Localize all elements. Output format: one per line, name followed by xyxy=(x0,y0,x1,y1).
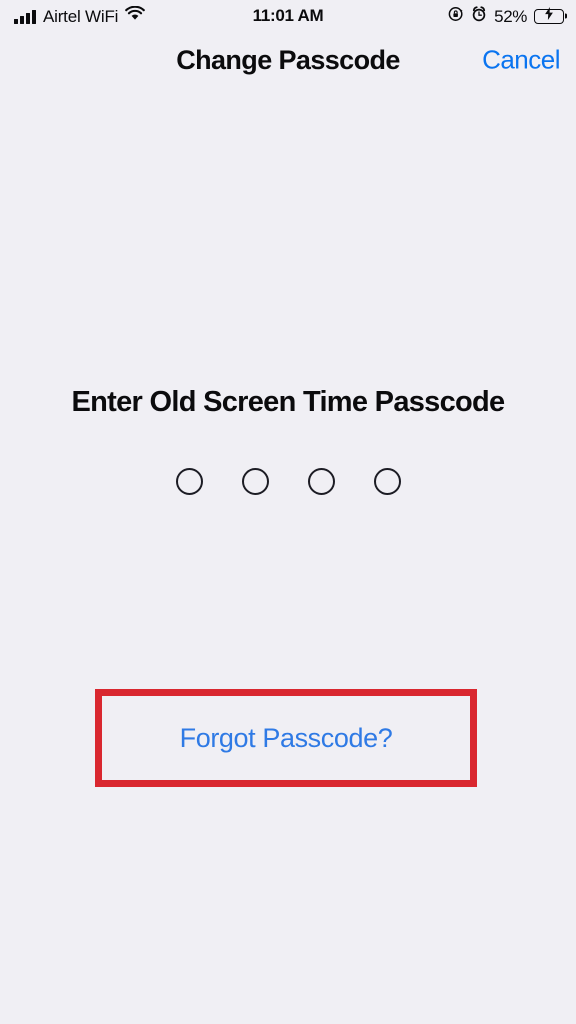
charging-bolt-icon xyxy=(545,7,554,25)
status-bar-left: Airtel WiFi xyxy=(14,5,146,26)
battery-percentage: 52% xyxy=(494,6,527,26)
carrier-name: Airtel WiFi xyxy=(43,6,119,26)
rotation-lock-icon xyxy=(448,6,464,27)
passcode-prompt-heading: Enter Old Screen Time Passcode xyxy=(71,386,506,418)
wifi-icon xyxy=(125,5,146,26)
alarm-clock-icon xyxy=(471,5,487,27)
passcode-dot xyxy=(307,468,335,495)
page-title: Change Passcode xyxy=(176,44,400,75)
passcode-screen: Enter Old Screen Time Passcode Forgot Pa… xyxy=(0,88,576,1024)
passcode-dot xyxy=(373,468,401,495)
passcode-dot xyxy=(175,468,203,495)
passcode-entry-field[interactable] xyxy=(0,468,576,495)
battery-icon xyxy=(534,7,564,25)
passcode-dot xyxy=(241,468,269,495)
signal-bars-icon xyxy=(14,9,36,24)
status-bar-right: 52% xyxy=(448,5,564,27)
cancel-button[interactable]: Cancel xyxy=(482,45,560,76)
annotation-highlight-box xyxy=(95,689,477,787)
navigation-bar: Change Passcode Cancel xyxy=(0,32,576,88)
status-bar: Airtel WiFi 11:01 AM 52% xyxy=(0,0,576,32)
